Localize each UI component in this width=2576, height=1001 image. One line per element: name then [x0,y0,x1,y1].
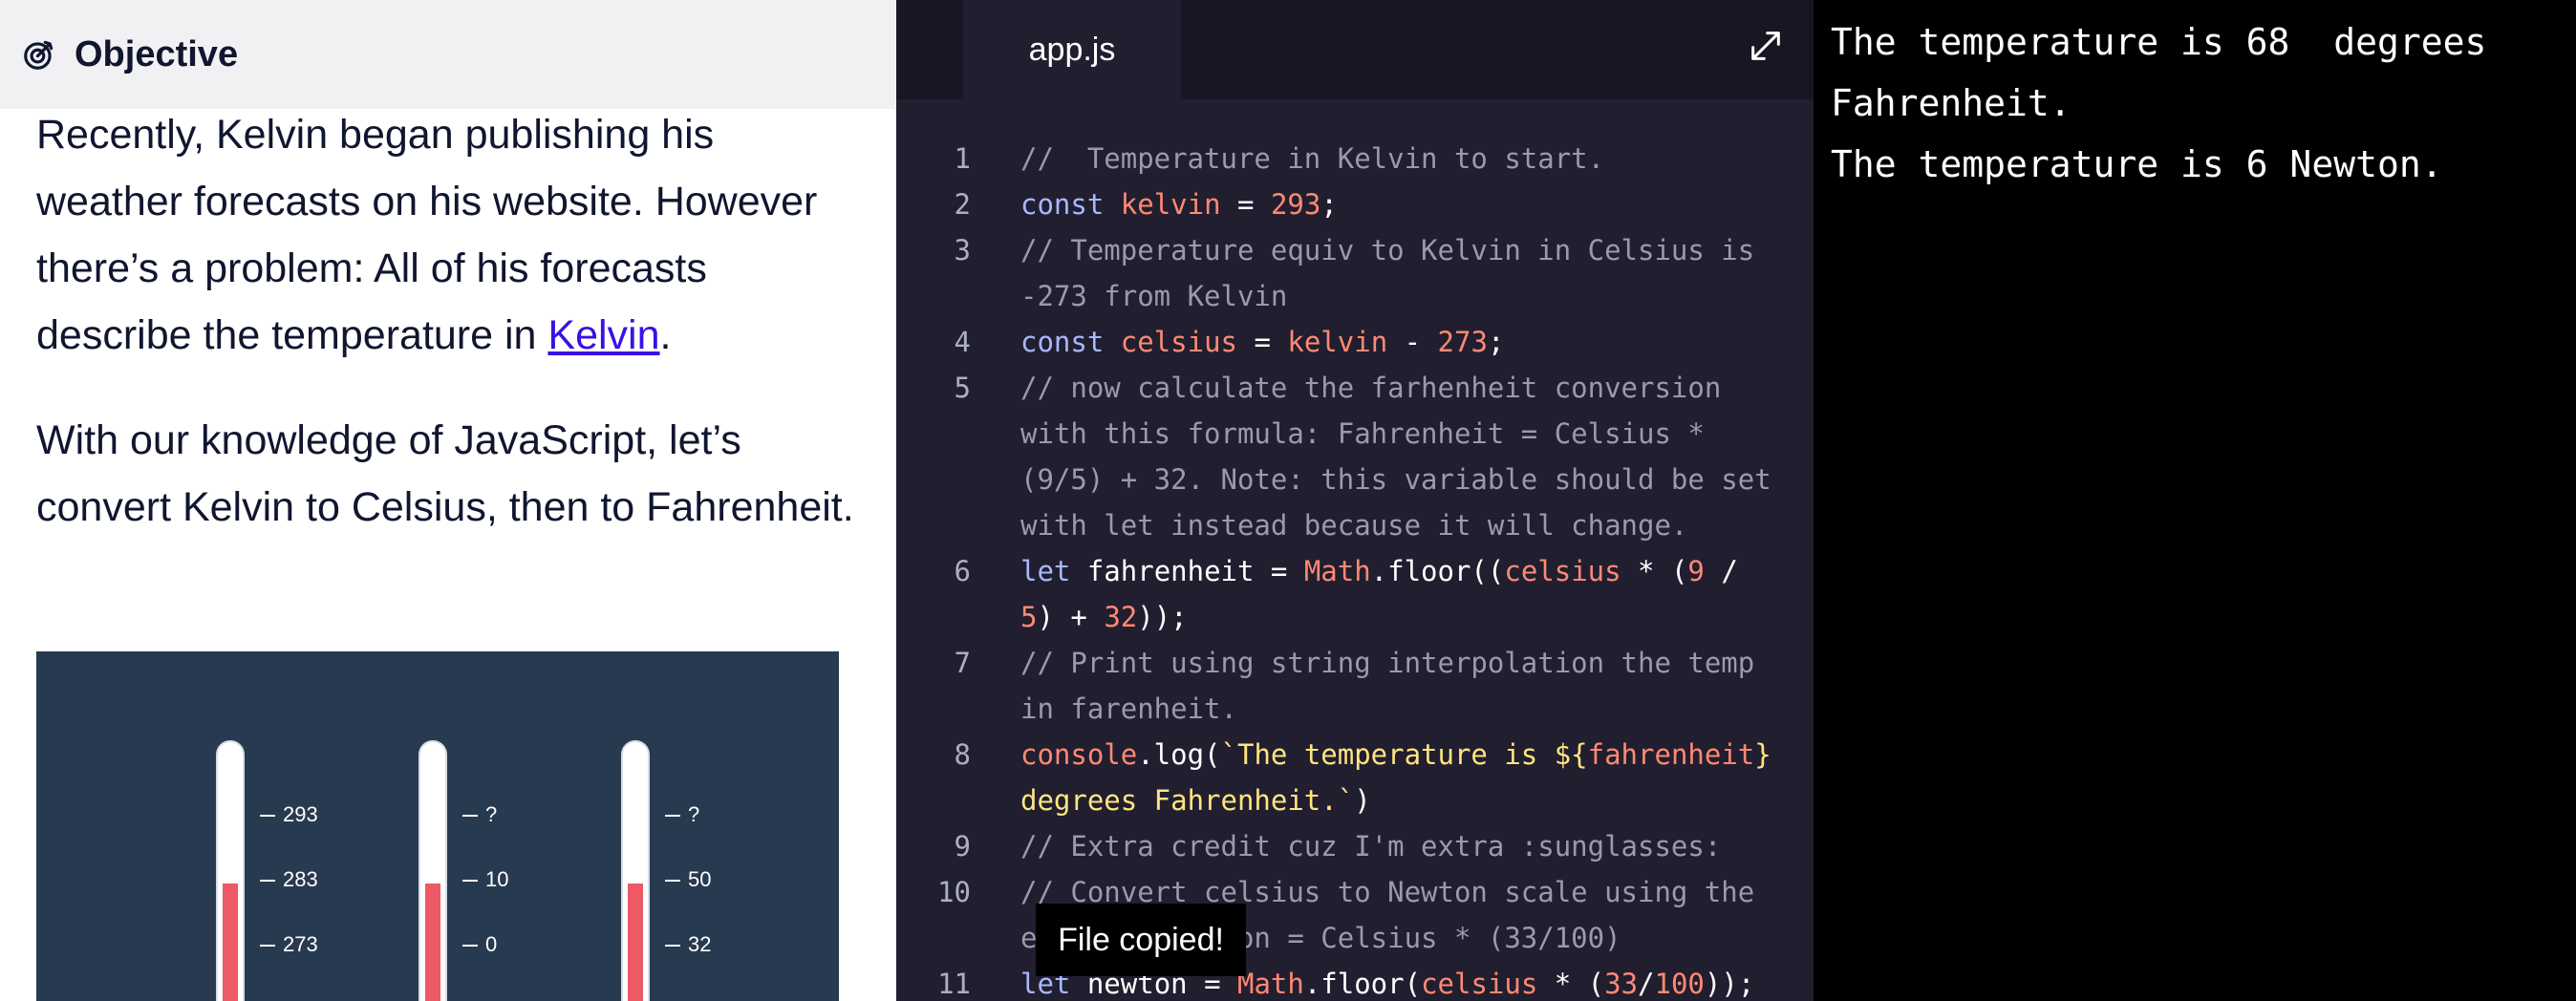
tick-label: 32 [665,932,711,957]
code-text: console.log(`The temperature is ${fahren… [1020,738,1789,817]
thermometer-fill [425,884,440,1001]
line-number: 3 [954,234,971,266]
tick-label: 283 [260,867,318,892]
code-text: let fahrenheit = Math.floor((celsius * (… [1020,555,1755,633]
thermometer-kelvin [216,740,245,1001]
tab-app-js[interactable]: app.js [963,0,1181,99]
code-text: const kelvin = 293; [1020,188,1338,221]
code-text: const celsius = kelvin - 273; [1020,326,1505,358]
lesson-paragraph-1-end: . [659,312,672,358]
line-number: 6 [954,555,971,587]
thermometer-illustration: 293 283 273 ? 10 0 ? 50 32 [36,651,839,1001]
tick-label: 0 [462,932,497,957]
code-text: // Print using string interpolation the … [1020,647,1771,725]
lesson-paragraph-2: With our knowledge of JavaScript, let’s … [36,417,854,530]
thermometer-fill [628,884,643,1001]
line-number: 7 [954,647,971,679]
line-number: 10 [937,876,971,908]
code-line: 2 const kelvin = 293; [896,181,1814,227]
line-number: 11 [937,968,971,1000]
lesson-paragraph-1-text: Recently, Kelvin began publishing his we… [36,112,818,358]
line-number: 4 [954,326,971,358]
code-line: 4 const celsius = kelvin - 273; [896,319,1814,365]
lesson-paragraph-1: Recently, Kelvin began publishing his we… [36,101,858,369]
tick-label: 10 [462,867,508,892]
line-number: 8 [954,738,971,771]
kelvin-link[interactable]: Kelvin [547,312,659,358]
tick-label: 293 [260,802,318,827]
code-line: 7 // Print using string interpolation the… [896,640,1814,732]
thermometer-celsius [419,740,447,1001]
line-number: 2 [954,188,971,221]
code-line: 11 let newton = Math.floor(celsius * (33/… [896,961,1814,1001]
code-line: 6 let fahrenheit = Math.floor((celsius * … [896,548,1814,640]
code-line: 3 // Temperature equiv to Kelvin in Celsi… [896,227,1814,319]
tick-label: ? [665,802,699,827]
code-line: 5 // now calculate the farhenheit convers… [896,365,1814,548]
expand-icon[interactable] [1747,27,1785,65]
line-number: 5 [954,372,971,404]
output-line: The temperature is 6 Newton. [1831,143,2443,185]
code-line: 9 // Extra credit cuz I'm extra :sunglass… [896,823,1814,869]
objective-header: Objective [0,0,896,109]
instructions-panel: Objective Recently, Kelvin began publish… [0,0,896,1001]
code-editor: app.js 1 // Temperature in Kelvin to star… [896,0,1814,1001]
code-text: // Temperature equiv to Kelvin in Celsiu… [1020,234,1771,312]
lesson-text: Recently, Kelvin began publishing his we… [36,101,858,541]
code-line: 8 console.log(`The temperature is ${fahre… [896,732,1814,823]
line-number: 1 [954,142,971,175]
code-text: // Temperature in Kelvin to start. [1020,142,1605,175]
thermometer-fill [223,884,238,1001]
editor-tab-bar: app.js [896,0,1814,99]
tick-label: 50 [665,867,711,892]
code-line: 10// Convert celsius to Newton scale usi… [896,869,1814,961]
tick-label: 273 [260,932,318,957]
code-line: 1 // Temperature in Kelvin to start. [896,136,1814,181]
code-text: // Extra credit cuz I'm extra :sunglasse… [1020,830,1722,863]
tick-label: ? [462,802,497,827]
objective-title: Objective [75,33,239,75]
output-console: The temperature is 68 degrees Fahrenheit… [1814,0,2576,1001]
output-line: The temperature is 68 degrees Fahrenheit… [1831,21,2509,124]
target-icon [24,40,54,70]
thermometer-fahrenheit [621,740,650,1001]
file-copied-toast: File copied! [1036,904,1246,976]
line-number: 9 [954,830,971,863]
code-area[interactable]: 1 // Temperature in Kelvin to start. 2 con… [896,136,1814,1001]
code-text: // now calculate the farhenheit conversi… [1020,372,1789,542]
